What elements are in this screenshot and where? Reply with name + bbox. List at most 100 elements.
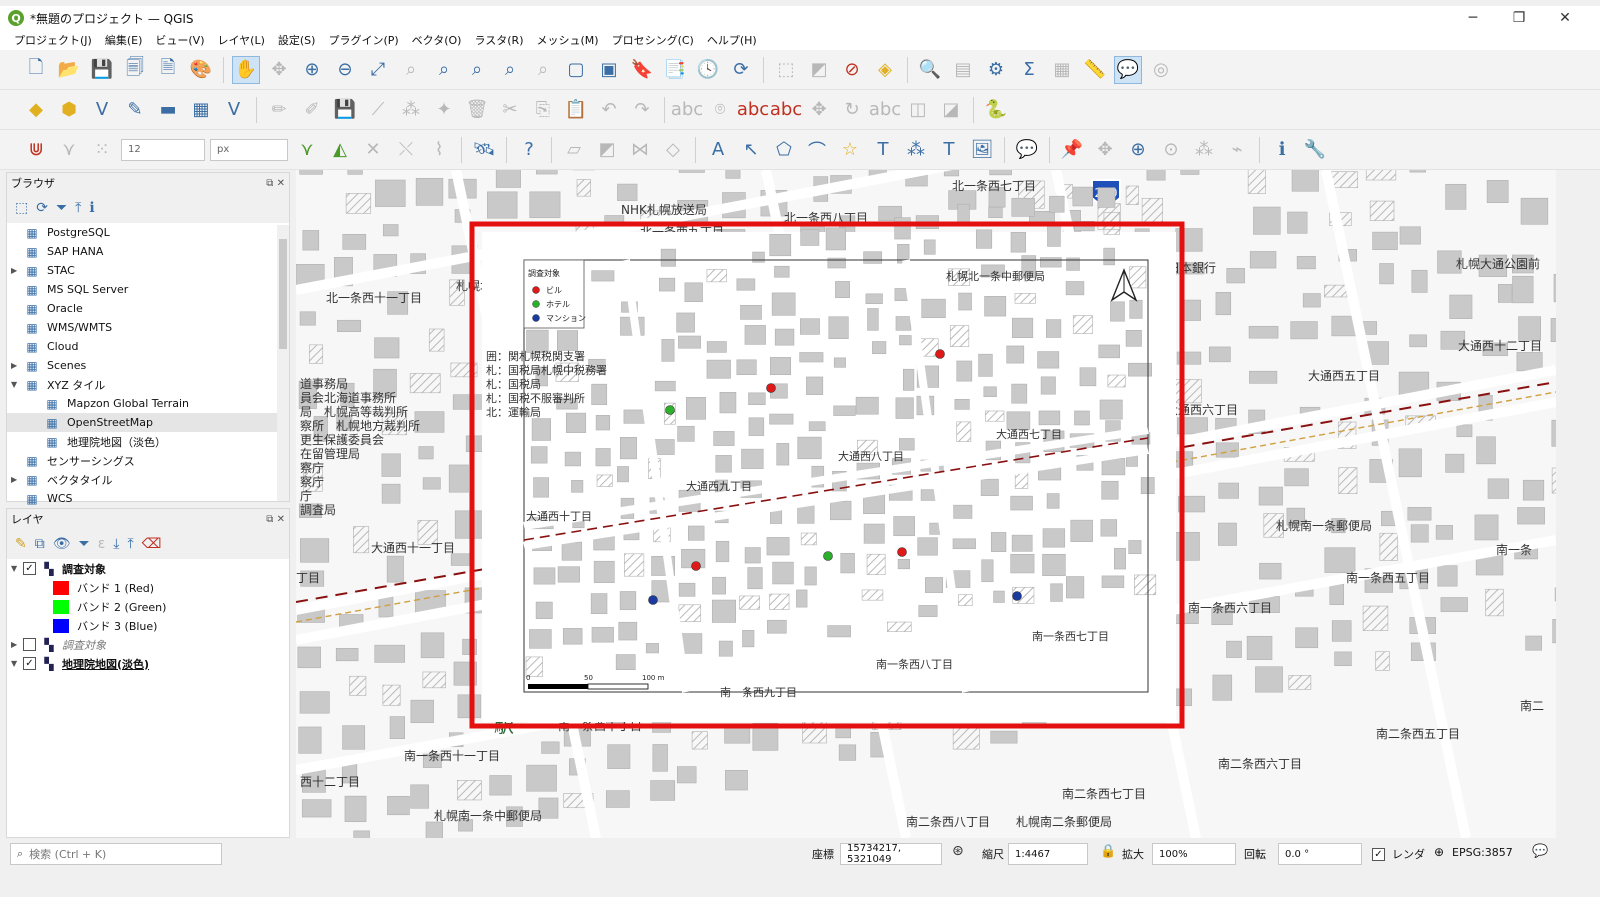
browser-item[interactable]: ▦ WMS/WMTS [7,318,289,337]
layer-item[interactable]: ▼ ✓ ▚ 調査対象 [7,559,289,578]
annotation-marker-icon[interactable]: ☆ [836,136,864,164]
browser-item[interactable]: ▶ ▦ Scenes [7,356,289,375]
survey-point-building[interactable] [935,349,945,359]
identify-features-icon[interactable]: 🔍 [916,56,944,84]
menu-layer[interactable]: レイヤ(L) [217,32,264,48]
toggle-editing-icon[interactable]: ✏ [265,96,293,124]
menu-view[interactable]: ビュー(V) [155,32,204,48]
locator-icon[interactable]: ◎ [1147,56,1175,84]
add-wfs-icon[interactable]: V [220,96,248,124]
annotation-picture-icon[interactable]: 🖼 [968,136,996,164]
tolerance-unit-select[interactable]: px [210,138,288,161]
modify-attributes-icon[interactable]: ✦ [430,96,458,124]
map-canvas[interactable]: 230 NHK札幌放送局 北一条西七丁目 北一条西八丁目 北一条西九丁目 北一条… [296,170,1556,838]
messages-icon[interactable]: 💬 [1532,844,1548,859]
help-icon[interactable]: ? [515,136,543,164]
manage-visibility-icon[interactable]: 👁 [53,536,71,552]
identify-select-icon[interactable]: ⬚ [772,56,800,84]
minimize-button[interactable]: ─ [1450,6,1496,30]
menu-mesh[interactable]: メッシュ(M) [537,32,599,48]
new-3d-view-icon[interactable]: ▣ [595,56,623,84]
lock-scale-icon[interactable]: 🔒 [1100,844,1116,859]
reshape-icon[interactable]: ▱ [560,136,588,164]
edit-pencil-icon[interactable]: ✐ [298,96,326,124]
browser-item[interactable]: ▦ OpenStreetMap [7,413,289,432]
band-legend-item[interactable]: バンド 3 (Blue) [7,616,289,635]
browser-item[interactable]: ▼ ▦ XYZ タイル [7,375,289,394]
show-hide-labels-icon[interactable]: ⊙ [1157,136,1185,164]
map-tips-icon[interactable]: 💬 [1114,55,1142,84]
new-print-layout-icon[interactable]: 🗐 [121,56,149,84]
zoom-last-icon[interactable]: ⌕ [496,56,524,84]
bookmark-icon[interactable]: 🔖 [628,56,656,84]
label-move-icon[interactable]: ✥ [805,96,833,124]
add-virtual-layer-icon[interactable]: ▬ [154,96,182,124]
browser-scrollbar[interactable] [277,225,289,501]
browser-item[interactable]: ▶ ▦ STAC [7,261,289,280]
annotation-rect-text-icon[interactable]: T [935,136,963,164]
annotation-line-icon[interactable]: ⌒ [803,136,831,164]
menu-raster[interactable]: ラスタ(R) [474,32,523,48]
label-show-icon[interactable]: abc [770,96,802,124]
pan-to-selection-icon[interactable]: ✥ [265,56,293,84]
render-checkbox[interactable]: ✓ [1372,848,1385,861]
expand-arrow-icon[interactable]: ▼ [11,380,23,389]
new-map-view-icon[interactable]: ▢ [562,56,590,84]
attribute-table-icon[interactable]: ▤ [949,56,977,84]
self-snapping-icon[interactable]: ⤬ [392,136,420,164]
intersection-icon[interactable]: ✕ [359,136,387,164]
menu-plugins[interactable]: プラグイン(P) [328,32,398,48]
menu-vector[interactable]: ベクタ(O) [412,32,462,48]
merge-features-icon[interactable]: ⋈ [626,136,654,164]
snapping-magnet-icon[interactable]: ⋓ [22,136,50,164]
processing-toolbox-icon[interactable]: ⚙ [982,56,1010,84]
dock-buttons[interactable]: ⧉ ✕ [266,514,289,525]
magnifier-spinbox[interactable]: 100% [1152,843,1236,865]
new-project-icon[interactable]: 🗋 [22,56,50,84]
label-pin-icon[interactable]: ⌾ [706,96,734,124]
band-legend-item[interactable]: バンド 2 (Green) [7,597,289,616]
avoid-overlap-icon[interactable]: ◭ [326,136,354,164]
zoom-out-icon[interactable]: ⊖ [331,56,359,84]
survey-point-apartment[interactable] [1012,591,1022,601]
measure-line-icon[interactable]: 📏 [1081,56,1109,84]
browser-item[interactable]: ▶ ▦ ベクタタイル [7,470,289,489]
survey-point-building[interactable] [766,383,776,393]
band-legend-item[interactable]: バンド 1 (Red) [7,578,289,597]
georeference-icon[interactable]: 🛰 [470,136,498,164]
cut-features-icon[interactable]: ✂ [496,96,524,124]
add-raster-icon[interactable]: ▦ [187,96,215,124]
browser-properties-icon[interactable]: ℹ [89,200,94,216]
restore-button[interactable]: ❐ [1496,6,1542,30]
browser-item[interactable]: ▦ WCS [7,489,289,508]
add-line-icon[interactable]: ⟋ [364,96,392,124]
browser-filter-icon[interactable]: ⏷ [56,200,67,216]
layer-item[interactable]: ▼ ✓ ▚ 地理院地図(淡色) [7,654,289,673]
annotation-select-icon[interactable]: ↖ [737,136,765,164]
new-geopackage-icon[interactable]: ⬢ [55,96,83,124]
browser-item[interactable]: ▦ SAP HANA [7,242,289,261]
browser-item[interactable]: ▦ Mapzon Global Terrain [7,394,289,413]
dock-buttons[interactable]: ⧉ ✕ [266,178,289,189]
layer-visibility-checkbox[interactable] [23,638,36,651]
zoom-full-icon[interactable]: ⤢ [364,56,392,84]
select-features-icon[interactable]: ◩ [805,56,833,84]
scale-select[interactable]: 1:4467 [1008,843,1088,865]
style-manager-icon[interactable]: 🎨 [187,56,215,84]
crs-globe-icon[interactable]: ⊕ [1434,845,1444,859]
browser-item[interactable]: ▦ Cloud [7,337,289,356]
python-console-icon[interactable]: 🐍 [982,96,1010,124]
change-label-icon[interactable]: ⁂ [1190,136,1218,164]
expand-arrow-icon[interactable]: ▼ [11,564,23,573]
offset-curve-icon[interactable]: ◇ [659,136,687,164]
tracing-icon[interactable]: ⌇ [425,136,453,164]
undo-icon[interactable]: ↶ [595,96,623,124]
open-layer-styling-icon[interactable]: ✎ [15,536,27,552]
annotation-point-text-icon[interactable]: T [869,136,897,164]
filter-legend-icon[interactable]: ⏷ [79,536,90,552]
deselect-features-icon[interactable]: ⊘ [838,56,866,84]
browser-item[interactable]: ▦ Oracle [7,299,289,318]
digitize-icon[interactable]: ✎ [121,96,149,124]
browser-collapse-icon[interactable]: ⤒ [75,200,81,216]
expand-arrow-icon[interactable]: ▶ [11,640,23,649]
